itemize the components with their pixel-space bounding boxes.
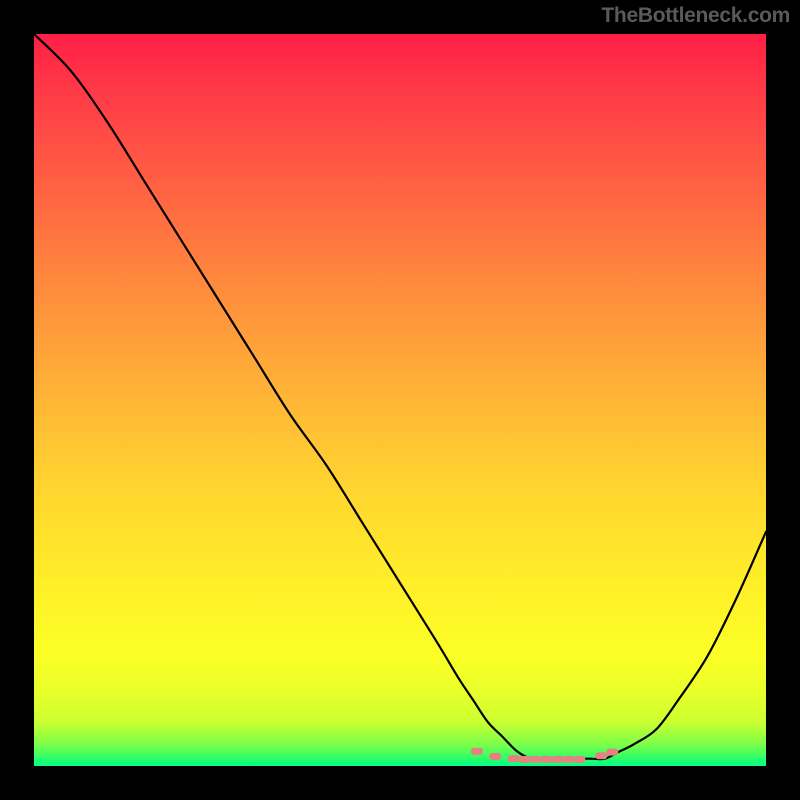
valley-marker (562, 756, 574, 763)
plot-area (34, 34, 766, 766)
chart-container: TheBottleneck.com (0, 0, 800, 800)
valley-marker (606, 749, 618, 756)
chart-svg (34, 34, 766, 766)
valley-markers-group (471, 748, 618, 763)
valley-marker (529, 756, 541, 763)
attribution-text: TheBottleneck.com (601, 4, 790, 28)
valley-marker (573, 756, 585, 763)
valley-marker (551, 756, 563, 763)
valley-marker (471, 748, 483, 755)
valley-marker (540, 756, 552, 763)
valley-marker (489, 753, 501, 760)
valley-marker (507, 755, 519, 762)
bottleneck-curve (34, 34, 766, 759)
valley-marker (518, 756, 530, 763)
valley-marker (595, 752, 607, 759)
